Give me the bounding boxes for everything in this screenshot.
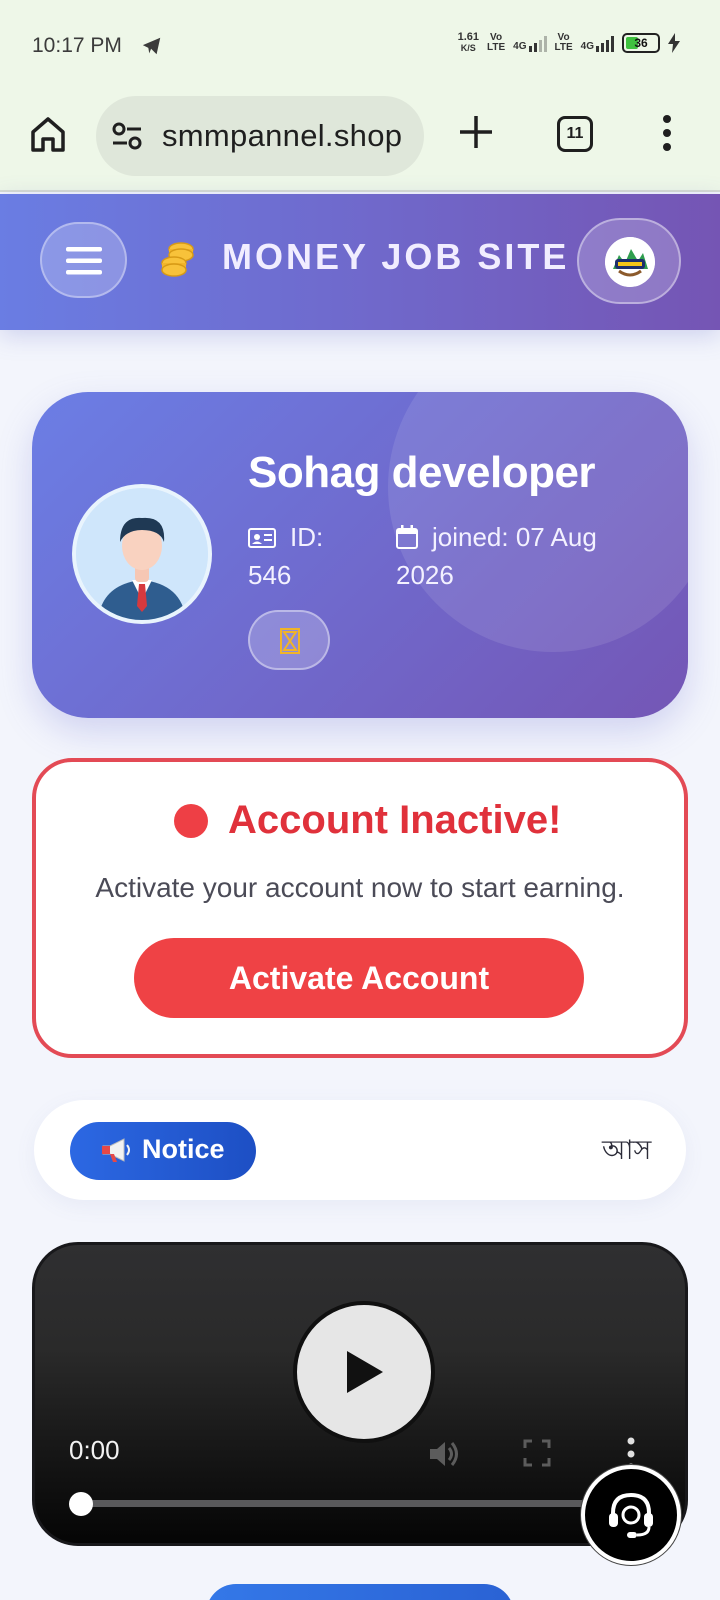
- calendar-icon: [396, 525, 418, 549]
- video-time: 0:00: [69, 1435, 120, 1465]
- user-id-value: 546: [248, 560, 292, 590]
- address-bar[interactable]: smmpannel.shop: [96, 96, 424, 176]
- account-status-pill[interactable]: [248, 610, 330, 670]
- profile-name: Sohag developer: [248, 448, 596, 497]
- inactive-description: Activate your account now to start earni…: [95, 872, 625, 903]
- id-card-icon: [248, 528, 276, 548]
- profile-card: Sohag developer ID: 546 joined: 07 Aug 2…: [32, 392, 688, 718]
- join-date: joined: 07 Aug 2026: [396, 518, 646, 594]
- status-dot: [174, 804, 208, 838]
- user-id-label: ID:: [290, 522, 324, 552]
- battery-icon: 36: [622, 32, 660, 53]
- play-button[interactable]: [293, 1301, 435, 1443]
- site-header: MONEY JOB SITE: [0, 194, 720, 330]
- user-id: ID: 546: [248, 518, 368, 594]
- telegram-icon: [142, 37, 161, 55]
- headset-icon: [609, 1492, 653, 1538]
- charging-bolt-icon: [668, 32, 680, 53]
- notice-label: Notice: [142, 1134, 225, 1164]
- notice-bar: Notice আস: [34, 1100, 686, 1200]
- profile-logo-button[interactable]: [577, 218, 681, 304]
- status-indicators: 1.61 K/S Vo LTE 4G Vo LTE 4G 36: [458, 32, 680, 53]
- system-status-bar: 10:17 PM 1.61 K/S Vo LTE 4G Vo LTE 4G 36: [0, 0, 720, 92]
- signal-icon: [596, 34, 614, 52]
- status-time: 10:17 PM: [32, 34, 122, 57]
- support-chat-button[interactable]: [581, 1465, 681, 1565]
- plus-icon[interactable]: [458, 114, 494, 150]
- signal-icon: [528, 34, 547, 52]
- sim2-volte: Vo LTE: [554, 31, 573, 53]
- join-date-text: joined: 07 Aug 2026: [396, 522, 597, 590]
- play-icon: [347, 1351, 383, 1393]
- tune-icon[interactable]: [112, 122, 142, 150]
- menu-dots-icon[interactable]: [662, 114, 672, 152]
- home-icon[interactable]: [28, 114, 68, 154]
- volume-icon[interactable]: [427, 1437, 461, 1471]
- activate-account-button[interactable]: Activate Account: [134, 938, 584, 1018]
- bottom-action-button[interactable]: [206, 1584, 514, 1600]
- inactive-title: Account Inactive!: [228, 798, 562, 842]
- coins-icon: [161, 242, 194, 277]
- money-logo: [605, 237, 655, 287]
- site-brand[interactable]: MONEY JOB SITE: [222, 236, 569, 278]
- avatar[interactable]: [72, 484, 212, 624]
- video-progress-thumb[interactable]: [69, 1492, 93, 1516]
- sim1-volte: Vo LTE: [487, 31, 506, 53]
- sim2-network: 4G: [581, 34, 614, 52]
- sim1-network: 4G: [513, 34, 547, 52]
- fullscreen-icon[interactable]: [523, 1439, 551, 1467]
- browser-toolbar: smmpannel.shop 11: [0, 92, 720, 192]
- video-progress-track[interactable]: [79, 1500, 639, 1507]
- hamburger-icon: [66, 247, 102, 275]
- megaphone-icon: [102, 1138, 130, 1162]
- net-speed: 1.61 K/S: [457, 31, 479, 54]
- hourglass-icon: [280, 628, 300, 654]
- tab-switcher-button[interactable]: 11: [557, 116, 593, 152]
- hamburger-button[interactable]: [40, 222, 127, 298]
- inactive-account-card: Account Inactive! Activate your account …: [32, 758, 688, 1058]
- notice-badge[interactable]: Notice: [70, 1122, 256, 1180]
- notice-marquee: আস: [602, 1135, 652, 1165]
- url-text: smmpannel.shop: [162, 118, 403, 153]
